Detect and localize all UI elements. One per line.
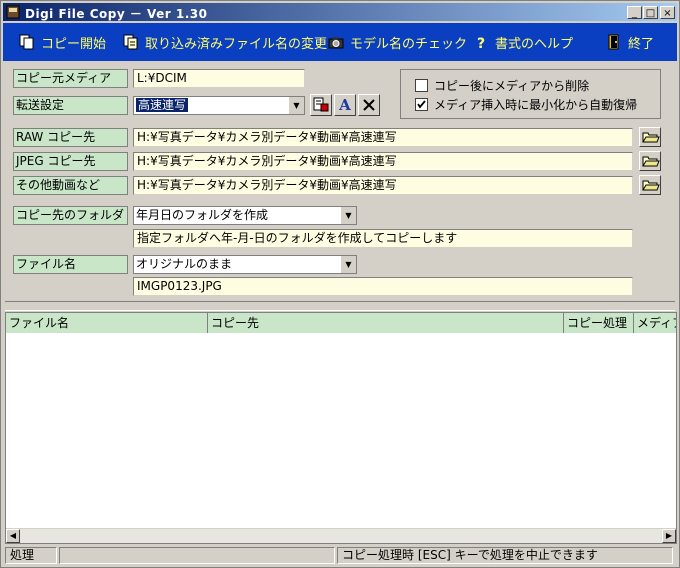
close-button[interactable]: ×: [660, 6, 675, 19]
file-name-label: ファイル名: [13, 255, 128, 274]
chevron-down-icon[interactable]: ▼: [340, 207, 356, 224]
check-model-button[interactable]: モデル名のチェック: [328, 33, 468, 52]
file-list[interactable]: ファイル名 コピー先 コピー処理 メディア ◀ ▶: [5, 312, 677, 544]
exit-label: 終了: [628, 36, 655, 52]
font-a-icon: A: [339, 96, 351, 114]
save-settings-icon: [313, 97, 329, 112]
file-name-preview: IMGP0123.JPG: [133, 277, 633, 296]
delete-setting-button[interactable]: [358, 94, 380, 116]
rename-icon: [123, 34, 138, 50]
auto-restore-label: メディア挿入時に最小化から自動復帰: [434, 97, 638, 112]
font-setting-button[interactable]: A: [334, 94, 356, 116]
delete-after-copy-label: コピー後にメディアから削除: [434, 78, 590, 93]
transfer-setting-select[interactable]: 高速連写 ▼: [133, 96, 305, 115]
column-header-copy-status[interactable]: コピー処理: [564, 313, 634, 333]
format-help-label: 書式のヘルプ: [495, 36, 574, 52]
jpeg-browse-button[interactable]: [639, 151, 661, 171]
transfer-setting-value: 高速連写: [136, 98, 189, 112]
title-bar[interactable]: Digi File Copy － Ver 1.30 _ □ ×: [3, 3, 677, 21]
scroll-left-arrow[interactable]: ◀: [6, 529, 20, 543]
horizontal-scrollbar[interactable]: ◀ ▶: [6, 528, 676, 543]
status-state: 処理: [5, 547, 57, 564]
dest-folder-select[interactable]: 年月日のフォルダを作成 ▼: [133, 206, 357, 225]
splitter[interactable]: [5, 301, 675, 311]
jpeg-dest-label: JPEG コピー先: [13, 152, 128, 171]
exit-door-icon: [608, 34, 619, 50]
rename-imported-label: 取り込み済みファイル名の変更: [145, 36, 328, 52]
check-model-label: モデル名のチェック: [350, 36, 468, 52]
column-header-media[interactable]: メディア: [634, 313, 676, 333]
delete-x-icon: [363, 99, 375, 111]
help-icon: ?: [477, 36, 485, 50]
dest-folder-value: 年月日のフォルダを作成: [136, 208, 269, 222]
other-dest-input[interactable]: H:¥写真データ¥カメラ別データ¥動画¥高速連写: [133, 176, 633, 195]
svg-text:?: ?: [477, 36, 485, 50]
auto-restore-checkbox[interactable]: メディア挿入時に最小化から自動復帰: [415, 97, 638, 112]
start-copy-label: コピー開始: [41, 36, 107, 52]
dest-folder-label: コピー先のフォルダ: [13, 206, 128, 225]
checkbox-checked-icon[interactable]: [415, 97, 428, 111]
source-media-label: コピー元メディア: [13, 69, 128, 88]
copy-icon: [19, 34, 34, 50]
raw-dest-input[interactable]: H:¥写真データ¥カメラ別データ¥動画¥高速連写: [133, 128, 633, 147]
file-name-value: オリジナルのまま: [136, 257, 233, 271]
delete-after-copy-checkbox[interactable]: コピー後にメディアから削除: [415, 78, 590, 93]
toolbar: コピー開始 取り込み済みファイル名の変更 モデル名のチェック ? 書式のヘルプ: [3, 23, 677, 61]
save-setting-button[interactable]: [310, 94, 332, 116]
chevron-down-icon[interactable]: ▼: [288, 97, 304, 114]
chevron-down-icon[interactable]: ▼: [340, 256, 356, 273]
scroll-right-arrow[interactable]: ▶: [662, 529, 676, 543]
folder-icon: [642, 132, 660, 143]
start-copy-button[interactable]: コピー開始: [19, 33, 107, 52]
transfer-setting-label: 転送設定: [13, 96, 128, 115]
rename-imported-button[interactable]: 取り込み済みファイル名の変更: [123, 33, 328, 52]
column-header-filename[interactable]: ファイル名: [6, 313, 208, 333]
app-icon: [6, 5, 20, 19]
checkbox-unchecked-icon[interactable]: [415, 78, 428, 92]
raw-browse-button[interactable]: [639, 127, 661, 147]
raw-dest-label: RAW コピー先: [13, 128, 128, 147]
options-group: コピー後にメディアから削除 メディア挿入時に最小化から自動復帰: [400, 69, 661, 119]
other-browse-button[interactable]: [639, 175, 661, 195]
camera-icon: [328, 37, 344, 49]
exit-button[interactable]: 終了: [606, 33, 655, 52]
dest-folder-description: 指定フォルダへ年-月-日のフォルダを作成してコピーします: [133, 229, 633, 248]
window-title: Digi File Copy － Ver 1.30: [25, 7, 208, 21]
main-window: Digi File Copy － Ver 1.30 _ □ × コピー開始 取り…: [0, 0, 680, 568]
list-header: ファイル名 コピー先 コピー処理 メディア: [6, 313, 676, 333]
status-hint: コピー処理時 [ESC] キーで処理を中止できます: [337, 547, 673, 564]
other-dest-label: その他動画など: [13, 176, 128, 195]
status-bar: 処理 コピー処理時 [ESC] キーで処理を中止できます: [3, 547, 677, 565]
folder-icon: [642, 156, 660, 167]
file-name-select[interactable]: オリジナルのまま ▼: [133, 255, 357, 274]
jpeg-dest-input[interactable]: H:¥写真データ¥カメラ別データ¥動画¥高速連写: [133, 152, 633, 171]
status-empty: [59, 547, 335, 564]
minimize-button[interactable]: _: [627, 6, 642, 19]
maximize-button[interactable]: □: [643, 6, 658, 19]
folder-icon: [642, 180, 660, 191]
format-help-button[interactable]: ? 書式のヘルプ: [473, 33, 574, 52]
column-header-destination[interactable]: コピー先: [208, 313, 564, 333]
source-media-input[interactable]: L:¥DCIM: [133, 69, 305, 88]
